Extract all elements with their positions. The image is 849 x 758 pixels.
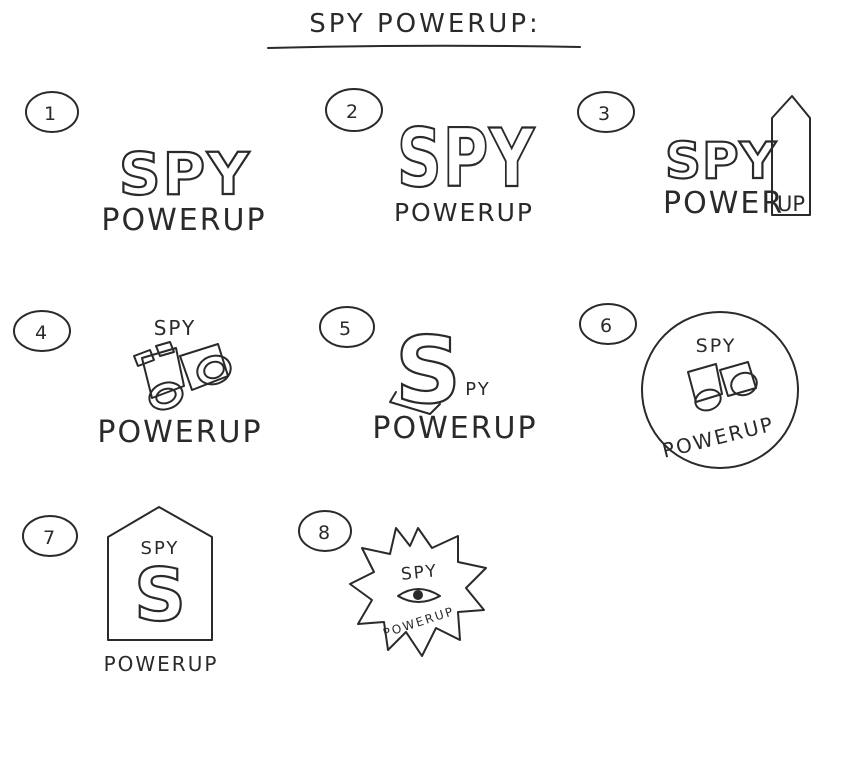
- logo-letter-s: S: [134, 553, 186, 637]
- sketch-7: 7 SPY S POWERUP: [22, 506, 219, 676]
- page-title: SPY POWERUP:: [309, 9, 541, 39]
- sketch-5: 5 S PY POWERUP: [319, 306, 537, 446]
- logo-word-powerup: POWERUP: [394, 198, 534, 227]
- sketch-2: 2 SPY POWERUP: [325, 88, 535, 227]
- logo-word-spy: SPY: [696, 335, 737, 357]
- sketch-number: 6: [600, 315, 612, 337]
- sketch-number: 7: [43, 527, 55, 549]
- logo-word-powerup: POWERUP: [104, 652, 219, 676]
- logo-word-powerup: POWERUP: [97, 415, 262, 450]
- sketch-number: 3: [598, 103, 610, 125]
- sketch-sheet: SPY POWERUP: 1 SPY POWERUP 2 SPY POWERUP…: [13, 9, 811, 676]
- binoculars-icon: [133, 341, 232, 411]
- sketch-1: 1 SPY POWERUP: [25, 91, 266, 238]
- binoculars-icon: [687, 361, 758, 412]
- sketch-number: 2: [346, 101, 358, 123]
- title-underline: [267, 44, 581, 49]
- sketch-number: 8: [318, 522, 330, 544]
- logo-word-powerup: POWERUP: [101, 203, 266, 238]
- logo-word-spy: SPY: [400, 561, 439, 585]
- logo-word-power: POWER: [663, 186, 784, 221]
- sketch-3: 3 SPY POWER UP: [577, 91, 811, 221]
- eye-icon: [397, 588, 441, 603]
- sketch-number: 1: [44, 103, 56, 125]
- logo-word-powerup: POWERUP: [381, 604, 456, 640]
- sketch-6: 6 SPY POWERUP: [579, 303, 799, 469]
- logo-word-py: PY: [465, 379, 490, 400]
- sketch-number: 5: [339, 318, 351, 340]
- logo-word-spy: SPY: [154, 316, 197, 340]
- sketch-number: 4: [35, 322, 47, 344]
- logo-word-spy: SPY: [119, 140, 251, 208]
- logo-word-powerup: POWERUP: [372, 411, 537, 446]
- logo-word-up: UP: [777, 192, 805, 216]
- logo-word-spy: SPY: [665, 132, 777, 190]
- sketch-4: 4 SPY POWERUP: [13, 310, 262, 450]
- sketch-8: 8 SPY POWERUP: [298, 510, 487, 657]
- logo-letter-s: S: [395, 317, 461, 424]
- logo-word-spy: SPY: [397, 111, 535, 205]
- logo-word-powerup: POWERUP: [660, 412, 777, 463]
